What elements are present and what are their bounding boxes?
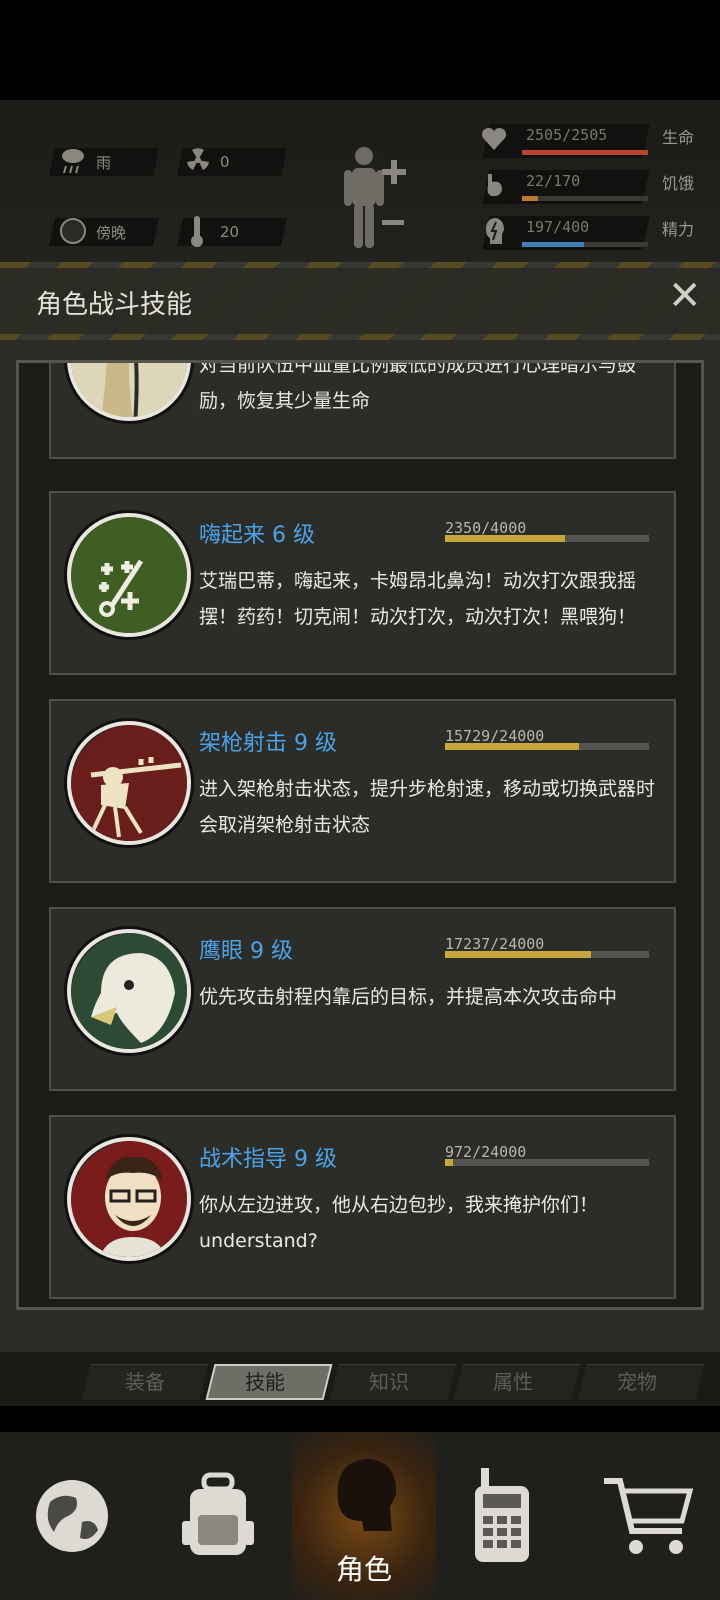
tab-pets-label: 宠物 xyxy=(617,1370,657,1394)
nav-world[interactable] xyxy=(0,1432,144,1600)
eagle-skill-icon xyxy=(67,929,191,1053)
clock-icon xyxy=(60,218,86,244)
globe-icon xyxy=(36,1480,108,1552)
panel-title: 角色战斗技能 xyxy=(36,290,193,320)
tab-attributes-label: 属性 xyxy=(493,1370,533,1394)
skill-card[interactable]: 对当前队伍中血量比例最低的成员进行心理暗示与鼓励，恢复其少量生命 xyxy=(49,360,676,459)
tab-skills-label: 技能 xyxy=(245,1370,285,1394)
energy-head-icon xyxy=(486,218,504,244)
radiation-value: 0 xyxy=(220,153,230,171)
radiation-icon xyxy=(187,148,209,170)
backpack-icon xyxy=(182,1472,254,1555)
thermometer-icon xyxy=(191,216,203,247)
heart-icon xyxy=(481,127,507,150)
skill-card[interactable]: 嗨起来 6 级 2350/4000 艾瑞巴蒂，嗨起来，卡姆昂北鼻沟！动次打次跟我… xyxy=(49,491,676,675)
close-button[interactable]: ✕ xyxy=(668,276,702,316)
nav-radio[interactable] xyxy=(430,1432,574,1600)
hp-label: 生命 xyxy=(662,128,695,147)
hunger-bar-track xyxy=(522,196,648,201)
skill-list[interactable]: 对当前队伍中血量比例最低的成员进行心理暗示与鼓励，恢复其少量生命 嗨起来 6 级… xyxy=(16,360,704,1310)
skill-desc: 优先攻击射程内靠后的目标，并提高本次攻击命中 xyxy=(199,986,618,1008)
energy-bar-fill xyxy=(522,242,584,247)
skill-xp-text: 2350/4000 xyxy=(445,519,527,537)
skill-desc: 你从左边进攻，他从右边包抄，我来掩护你们！understand? xyxy=(199,1194,599,1252)
energy-value: 197/400 xyxy=(526,218,590,236)
skill-xp-text: 15729/24000 xyxy=(445,727,545,745)
energy-label: 精力 xyxy=(662,220,695,239)
radio-icon xyxy=(475,1468,529,1562)
hunger-bar-fill xyxy=(522,196,538,201)
skill-name: 架枪射击 9 级 xyxy=(199,731,337,756)
rain-cloud-icon xyxy=(62,149,84,174)
shopping-cart-icon xyxy=(604,1478,694,1554)
skill-card[interactable]: 战术指导 9 级 972/24000 你从左边进攻，他从右边包抄，我来掩护你们！… xyxy=(49,1115,676,1299)
skill-desc: 进入架枪射击状态，提升步枪射速，移动或切换武器时会取消架枪射击状态 xyxy=(199,778,656,836)
hp-bar-fill xyxy=(522,150,648,155)
nav-character-label: 角色 xyxy=(335,1553,392,1586)
hunger-label: 饥饿 xyxy=(662,174,695,193)
skill-xp-text: 17237/24000 xyxy=(445,935,545,953)
tactics-skill-icon xyxy=(67,1137,191,1261)
tab-knowledge-label: 知识 xyxy=(369,1370,409,1394)
nav-shop[interactable] xyxy=(576,1432,720,1600)
tab-equipment-label: 装备 xyxy=(125,1370,165,1394)
skill-name: 战术指导 9 级 xyxy=(199,1147,337,1172)
skill-card[interactable]: 架枪射击 9 级 15729/24000 进入架枪射击状态，提升步枪射速，移动或… xyxy=(49,699,676,883)
character-head-icon xyxy=(337,1459,397,1531)
skill-card[interactable]: 鹰眼 9 级 17237/24000 优先攻击射程内靠后的目标，并提高本次攻击命… xyxy=(49,907,676,1091)
party-skill-icon xyxy=(67,513,191,637)
skill-name: 嗨起来 6 级 xyxy=(199,523,315,548)
skill-name: 鹰眼 9 级 xyxy=(199,939,293,964)
skill-xp-text: 972/24000 xyxy=(445,1143,527,1161)
stomach-icon xyxy=(487,174,502,197)
heal-skill-icon xyxy=(67,363,191,421)
weather-value: 雨 xyxy=(96,153,112,172)
nav-backpack[interactable] xyxy=(146,1432,290,1600)
temperature-value: 20 xyxy=(220,223,240,241)
body-figure-icon[interactable] xyxy=(340,144,420,252)
sniper-skill-icon xyxy=(67,721,191,845)
skill-desc: 对当前队伍中血量比例最低的成员进行心理暗示与鼓励，恢复其少量生命 xyxy=(199,360,637,412)
hp-value: 2505/2505 xyxy=(526,126,608,144)
skill-desc: 艾瑞巴蒂，嗨起来，卡姆昂北鼻沟！动次打次跟我摇摆！药药！切克闹！动次打次，动次打… xyxy=(199,570,637,628)
time-value: 傍晚 xyxy=(96,223,127,242)
hunger-value: 22/170 xyxy=(526,172,581,190)
